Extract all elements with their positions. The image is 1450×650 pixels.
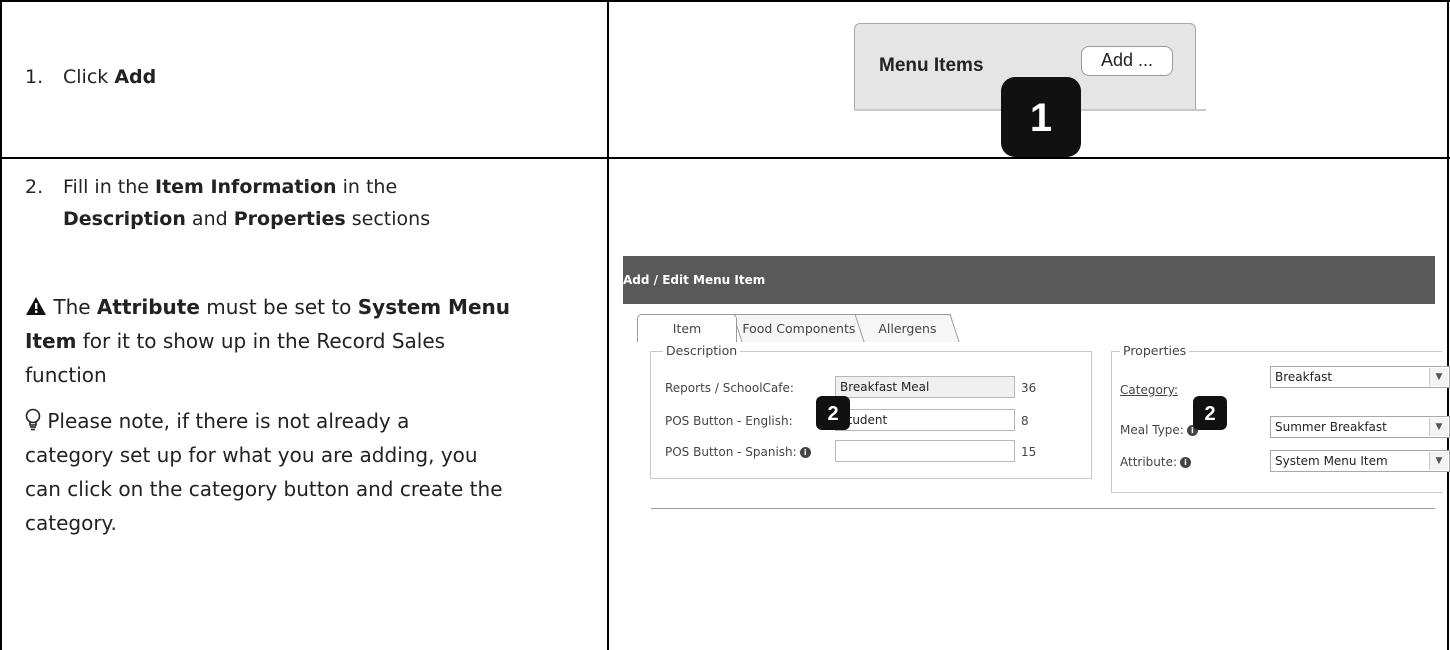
meal-type-select[interactable]: Summer Breakfast ▼	[1270, 416, 1450, 438]
description-legend: Description	[663, 343, 741, 358]
tab-food-components-label: Food Components	[742, 321, 856, 336]
step-2-line1-prefix: Fill in the	[63, 176, 156, 198]
step-1-prefix: Click	[63, 66, 115, 88]
dialog-header: Add / Edit Menu Item	[623, 256, 1435, 304]
warning-line-2: Item for it to show up in the Record Sal…	[25, 324, 510, 358]
pos-spanish-label-text: POS Button - Spanish:	[665, 445, 797, 459]
warning-mid: must be set to	[199, 295, 358, 319]
step-2-line-1: 2. Fill in the Item Information in the	[25, 171, 430, 203]
category-select[interactable]: Breakfast ▼	[1270, 366, 1450, 388]
chevron-down-icon[interactable]: ▼	[1429, 452, 1448, 470]
dialog-bottom-divider	[651, 508, 1435, 509]
step-badge-2-properties: 2	[1193, 396, 1227, 430]
properties-legend: Properties	[1120, 343, 1190, 358]
warning-note: The Attribute must be set to System Menu…	[25, 290, 510, 392]
menu-items-title: Menu Items	[879, 55, 984, 76]
warning-suffix: for it to show up in the Record Sales	[76, 329, 446, 353]
tip-line1-text: Please note, if there is not already a	[41, 409, 410, 433]
table-row-divider	[0, 157, 1450, 159]
meal-type-label-text: Meal Type:	[1120, 423, 1184, 437]
tab-item-information[interactable]: Item Information	[637, 314, 737, 364]
warning-prefix: The	[47, 295, 97, 319]
lightbulb-icon	[25, 408, 41, 431]
tip-note: Please note, if there is not already a c…	[25, 404, 503, 540]
table-border-right	[1447, 0, 1449, 650]
pos-spanish-input[interactable]	[835, 440, 1015, 462]
meal-type-label: Meal Type: i	[1120, 423, 1198, 437]
pos-english-label: POS Button - English:	[665, 414, 793, 428]
warning-bold-item: Item	[25, 329, 77, 353]
step-badge-1: 1	[1001, 77, 1081, 157]
instruction-document: 1. Click Add 2. Fill in the Item Informati…	[0, 0, 1450, 650]
dialog-title: Add / Edit Menu Item	[623, 273, 766, 287]
category-label[interactable]: Category:	[1120, 383, 1178, 397]
pos-spanish-char-count: 15	[1021, 445, 1037, 459]
pos-english-char-count: 8	[1021, 414, 1029, 428]
warning-line-1: The Attribute must be set to System Menu	[25, 290, 510, 324]
tab-food-components[interactable]: Food Components	[732, 314, 866, 342]
reports-char-count: 36	[1021, 381, 1037, 395]
step-2-line2-suffix: sections	[345, 208, 431, 230]
tab-allergens[interactable]: Allergens	[854, 314, 960, 342]
step-2-number: 2.	[25, 176, 44, 198]
chevron-down-icon[interactable]: ▼	[1429, 418, 1448, 436]
attribute-label-text: Attribute:	[1120, 455, 1178, 469]
tip-line-1: Please note, if there is not already a	[25, 404, 503, 438]
step-2-line1-bold: Item Information	[155, 176, 337, 198]
pos-english-input[interactable]: Student	[835, 409, 1015, 431]
warning-icon	[26, 297, 46, 315]
tip-line-3: can click on the category button and cre…	[25, 477, 503, 501]
description-section: Description Reports / SchoolCafe: Breakf…	[650, 343, 1092, 479]
menu-items-screenshot: Menu Items Add ... 1	[854, 23, 1206, 157]
add-edit-menu-item-screenshot: Add / Edit Menu Item Food Components All…	[623, 256, 1450, 576]
step-2-line2-bold2: Properties	[233, 208, 346, 230]
meal-type-value: Summer Breakfast	[1275, 420, 1387, 434]
info-icon[interactable]: i	[799, 447, 811, 458]
attribute-value: System Menu Item	[1275, 454, 1388, 468]
category-value: Breakfast	[1275, 370, 1333, 384]
pos-spanish-label: POS Button - Spanish: i	[665, 445, 811, 459]
attribute-select[interactable]: System Menu Item ▼	[1270, 450, 1450, 472]
attribute-label: Attribute: i	[1120, 455, 1192, 469]
table-column-divider	[607, 0, 609, 650]
warning-bold-attribute: Attribute	[96, 295, 200, 319]
tip-line-4: category.	[25, 511, 117, 535]
chevron-down-icon[interactable]: ▼	[1429, 368, 1448, 386]
tip-line-2: category set up for what you are adding,…	[25, 443, 478, 467]
add-button[interactable]: Add ...	[1081, 46, 1173, 76]
step-1-text: 1. Click Add	[25, 61, 156, 93]
reports-input[interactable]: Breakfast Meal	[835, 376, 1015, 398]
step-2-line-2: Description and Properties sections	[25, 203, 430, 235]
category-link[interactable]: Category:	[1120, 383, 1178, 397]
step-2-text: 2. Fill in the Item Information in the De…	[25, 171, 430, 235]
tab-allergens-label: Allergens	[878, 321, 937, 336]
warning-line-3: function	[25, 363, 107, 387]
properties-section: Properties Category: Breakfast ▼ Meal Typ…	[1111, 343, 1450, 493]
warning-bold-system-menu: System Menu	[357, 295, 510, 319]
step-2-line2-bold1: Description	[63, 208, 186, 230]
step-badge-2-description: 2	[816, 396, 850, 430]
step-2-line1-suffix: in the	[336, 176, 398, 198]
reports-label: Reports / SchoolCafe:	[665, 381, 794, 395]
info-icon[interactable]: i	[1180, 457, 1192, 468]
step-2-line2-mid: and	[185, 208, 234, 230]
step-1-number: 1.	[25, 66, 44, 88]
table-border-top	[0, 0, 1450, 2]
table-border-left	[0, 0, 2, 650]
step-1-bold: Add	[114, 66, 157, 88]
